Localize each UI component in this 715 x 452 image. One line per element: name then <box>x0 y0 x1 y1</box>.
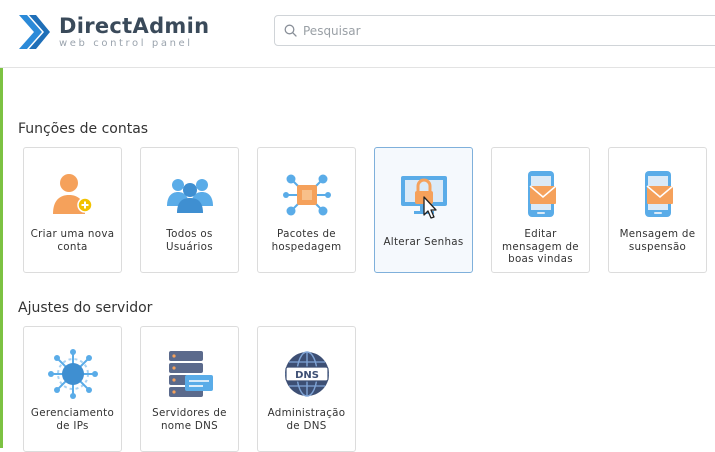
card-label: Todos os Usuários <box>166 228 213 253</box>
password-lock-icon <box>401 176 447 219</box>
svg-text:DNS: DNS <box>295 370 319 381</box>
dns-globe-icon: DNS <box>285 351 329 397</box>
welcome-message-icon <box>528 171 557 217</box>
card-label: Servidores de nome DNS <box>152 407 227 432</box>
directadmin-logo-icon <box>19 15 50 49</box>
search-icon <box>284 24 297 37</box>
card-change-passwords[interactable]: Alterar Senhas <box>374 147 473 273</box>
search-input[interactable] <box>303 16 703 45</box>
card-label: Alterar Senhas <box>383 236 464 248</box>
app-subtitle: web control panel <box>59 38 193 49</box>
card-label: Mensagem de suspensão <box>619 228 696 253</box>
card-label: Pacotes de hospedagem <box>271 228 342 253</box>
add-user-icon <box>53 174 93 214</box>
card-label: Gerenciamento de IPs <box>30 407 115 432</box>
nameserver-icon <box>169 351 213 397</box>
card-label: Administração de DNS <box>267 407 346 432</box>
packages-icon <box>283 174 331 216</box>
card-label: Criar uma nova conta <box>30 228 115 253</box>
app-title: DirectAdmin <box>59 14 210 38</box>
card-label: Editar mensagem de boas vindas <box>502 228 579 265</box>
users-group-icon <box>167 179 213 213</box>
directadmin-logo[interactable]: DirectAdmin web control panel <box>17 12 217 52</box>
suspension-message-icon <box>645 171 674 217</box>
card-create-account[interactable]: Criar uma nova conta <box>23 147 122 273</box>
section-title-server-settings: Ajustes do servidor <box>18 300 153 316</box>
card-all-users[interactable]: Todos os Usuários <box>140 147 239 273</box>
card-dns-nameservers[interactable]: Servidores de nome DNS <box>140 326 239 452</box>
card-hosting-packages[interactable]: Pacotes de hospedagem <box>257 147 356 273</box>
card-edit-welcome-message[interactable]: Editar mensagem de boas vindas <box>491 147 590 273</box>
card-ip-management[interactable]: Gerenciamento de IPs <box>23 326 122 452</box>
top-header: DirectAdmin web control panel <box>0 0 715 68</box>
card-dns-administration[interactable]: DNS Administração de DNS <box>257 326 356 452</box>
ip-network-icon <box>48 349 98 399</box>
search-box[interactable] <box>274 15 715 46</box>
section-title-account-functions: Funções de contas <box>18 121 149 137</box>
card-suspension-message[interactable]: Mensagem de suspensão <box>608 147 707 273</box>
